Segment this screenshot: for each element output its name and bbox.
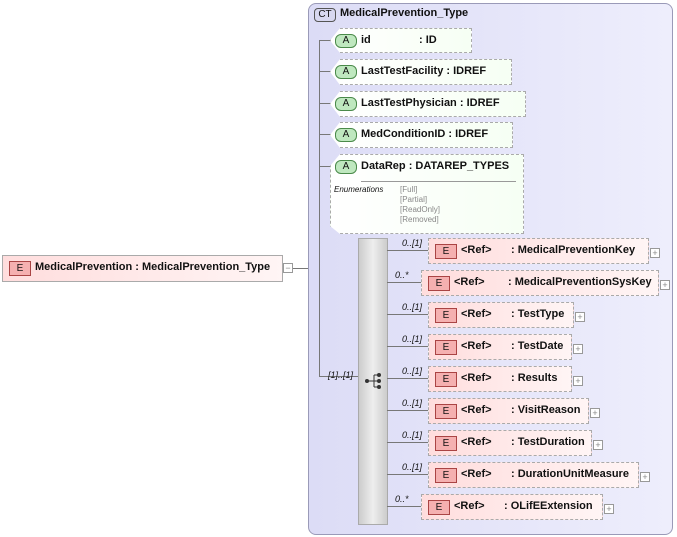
connector <box>387 346 428 347</box>
element-name: : MedicalPreventionKey <box>511 244 636 256</box>
ref-label: <Ref> <box>454 500 485 512</box>
attribute-label: DataRep : DATAREP_TYPES <box>361 160 510 172</box>
expand-button[interactable]: + <box>575 312 585 322</box>
expand-button[interactable]: + <box>640 472 650 482</box>
child-element-medicalpreventionkey[interactable]: E <Ref> : MedicalPreventionKey <box>428 238 649 264</box>
attribute-badge: A <box>335 160 357 174</box>
ref-label: <Ref> <box>454 276 485 288</box>
connector <box>387 378 428 379</box>
element-badge: E <box>435 308 457 323</box>
child-cardinality: 0..[1] <box>402 366 423 376</box>
attribute-badge: A <box>335 34 357 48</box>
connector <box>387 250 428 251</box>
element-badge: E <box>435 468 457 483</box>
sequence-cardinality: [1]..[1] <box>328 370 354 380</box>
child-cardinality: 0..* <box>395 494 409 504</box>
child-element-visitreason[interactable]: E <Ref> : VisitReason <box>428 398 589 424</box>
child-element-olifeextension[interactable]: E <Ref> : OLifEExtension <box>421 494 603 520</box>
element-badge: E <box>435 436 457 451</box>
element-name: : VisitReason <box>511 404 581 416</box>
collapse-button[interactable]: − <box>283 263 293 273</box>
element-badge: E <box>435 372 457 387</box>
child-cardinality: 0..[1] <box>402 238 423 248</box>
connector <box>387 282 421 283</box>
element-badge: E <box>435 340 457 355</box>
child-cardinality: 0..* <box>395 270 409 280</box>
element-badge: E <box>9 261 31 276</box>
expand-button[interactable]: + <box>573 376 583 386</box>
child-cardinality: 0..[1] <box>402 302 423 312</box>
root-element[interactable]: E MedicalPrevention : MedicalPrevention_… <box>2 255 283 282</box>
attribute-datarep[interactable]: A DataRep : DATAREP_TYPES Enumerations [… <box>330 154 524 234</box>
complex-type-badge: CT <box>314 8 336 22</box>
attribute-label: LastTestPhysician : IDREF <box>361 97 500 109</box>
enumerations-label: Enumerations <box>334 185 384 194</box>
element-name: : MedicalPreventionSysKey <box>508 276 652 288</box>
element-name: : OLifEExtension <box>504 500 593 512</box>
root-element-label: MedicalPrevention : MedicalPrevention_Ty… <box>35 261 271 273</box>
child-element-testdate[interactable]: E <Ref> : TestDate <box>428 334 572 360</box>
connector <box>387 410 428 411</box>
element-badge: E <box>435 244 457 259</box>
child-cardinality: 0..[1] <box>402 398 423 408</box>
child-cardinality: 0..[1] <box>402 462 423 472</box>
sequence-icon <box>365 373 381 389</box>
ref-label: <Ref> <box>461 436 492 448</box>
element-name: : TestDuration <box>511 436 585 448</box>
element-name: : DurationUnitMeasure <box>511 468 629 480</box>
enumeration-list: [Full] [Partial] [ReadOnly] [Removed] <box>400 185 441 224</box>
ref-label: <Ref> <box>461 308 492 320</box>
ref-label: <Ref> <box>461 404 492 416</box>
child-cardinality: 0..[1] <box>402 430 423 440</box>
expand-button[interactable]: + <box>573 344 583 354</box>
attribute-badge: A <box>335 65 357 79</box>
attribute-name: id <box>361 34 371 46</box>
attribute-id[interactable]: A id : ID <box>330 28 472 53</box>
complex-type-title: MedicalPrevention_Type <box>340 7 469 19</box>
child-element-medicalpreventionsyskey[interactable]: E <Ref> : MedicalPreventionSysKey <box>421 270 659 296</box>
expand-button[interactable]: + <box>604 504 614 514</box>
ref-label: <Ref> <box>461 244 492 256</box>
expand-button[interactable]: + <box>660 280 670 290</box>
sequence-compositor[interactable] <box>358 238 388 525</box>
element-name: : TestType <box>511 308 565 320</box>
attribute-label: LastTestFacility : IDREF <box>361 65 487 77</box>
element-name: : TestDate <box>511 340 564 352</box>
ref-label: <Ref> <box>461 468 492 480</box>
attribute-badge: A <box>335 128 357 142</box>
element-badge: E <box>428 500 450 515</box>
element-badge: E <box>435 404 457 419</box>
child-element-results[interactable]: E <Ref> : Results <box>428 366 572 392</box>
attribute-lasttestfacility[interactable]: A LastTestFacility : IDREF <box>330 59 512 85</box>
connector <box>387 442 428 443</box>
connector <box>387 474 428 475</box>
child-element-testtype[interactable]: E <Ref> : TestType <box>428 302 574 328</box>
expand-button[interactable]: + <box>590 408 600 418</box>
child-element-testduration[interactable]: E <Ref> : TestDuration <box>428 430 592 456</box>
expand-button[interactable]: + <box>650 248 660 258</box>
element-badge: E <box>428 276 450 291</box>
attribute-lasttestphysician[interactable]: A LastTestPhysician : IDREF <box>330 91 526 117</box>
connector <box>319 40 320 376</box>
connector <box>387 314 428 315</box>
connector <box>387 506 421 507</box>
child-cardinality: 0..[1] <box>402 334 423 344</box>
ref-label: <Ref> <box>461 372 492 384</box>
element-name: : Results <box>511 372 558 384</box>
expand-button[interactable]: + <box>593 440 603 450</box>
attribute-label: MedConditionID : IDREF <box>361 128 489 140</box>
attribute-medconditionid[interactable]: A MedConditionID : IDREF <box>330 122 513 148</box>
attribute-badge: A <box>335 97 357 111</box>
attribute-type: : ID <box>419 34 437 46</box>
ref-label: <Ref> <box>461 340 492 352</box>
child-element-durationunitmeasure[interactable]: E <Ref> : DurationUnitMeasure <box>428 462 639 488</box>
